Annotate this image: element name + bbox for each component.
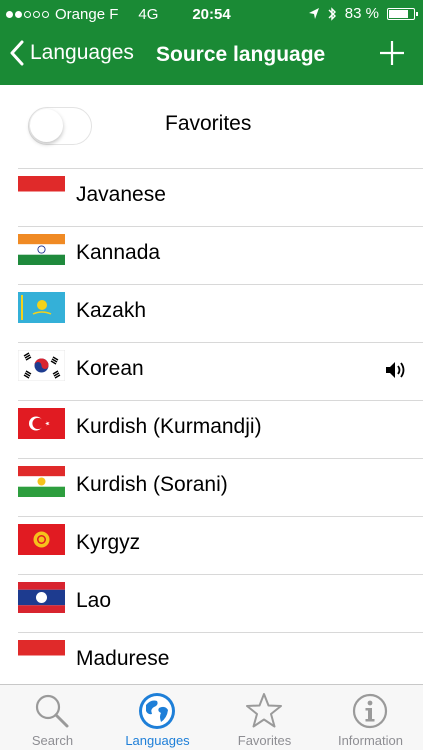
flag-kyrgyzstan-icon (18, 524, 65, 555)
language-name: Kazakh (76, 299, 147, 322)
language-row-kyrgyz[interactable]: Kyrgyz (0, 517, 423, 575)
favorites-toggle-label: Favorites (165, 112, 252, 135)
language-name: Kurdish (Sorani) (76, 473, 228, 496)
language-row-madurese[interactable]: Madurese (0, 633, 423, 684)
language-row-kannada[interactable]: Kannada (0, 227, 423, 285)
tab-label: Favorites (237, 733, 292, 748)
tab-information[interactable]: Information (318, 685, 423, 751)
favorites-toggle[interactable] (28, 107, 92, 145)
language-list: Javanese Kannada Kazakh Korean Kurdish (… (0, 169, 423, 684)
language-row-kazakh[interactable]: Kazakh (0, 285, 423, 343)
language-name: Javanese (76, 183, 166, 206)
language-name: Lao (76, 589, 112, 612)
star-icon (246, 693, 282, 728)
battery-percent: 83 % (344, 5, 379, 22)
flag-laos-icon (18, 582, 65, 613)
language-row-kurdish-kurmandji[interactable]: Kurdish (Kurmandji) (0, 401, 423, 459)
toggle-knob (30, 109, 63, 142)
language-row-lao[interactable]: Lao (0, 575, 423, 633)
back-button[interactable]: Languages (10, 40, 134, 66)
plus-icon (380, 41, 404, 65)
flag-india-icon (18, 234, 65, 265)
flag-kazakhstan-icon (18, 292, 65, 323)
flag-turkey-icon (18, 408, 65, 439)
flag-kurdistan-icon (18, 466, 65, 497)
chevron-left-icon (10, 40, 24, 66)
language-name: Korean (76, 357, 144, 380)
page-title: Source language (156, 43, 326, 66)
flag-indonesia-icon (18, 640, 65, 671)
navigation-bar: Languages Source language (0, 30, 423, 85)
search-icon (35, 694, 69, 728)
tab-bar: Search Languages Favorites Information (0, 684, 423, 750)
language-name: Kyrgyz (76, 531, 141, 554)
speaker-icon (386, 362, 405, 378)
flag-indonesia-icon (18, 176, 65, 207)
language-name: Kannada (76, 241, 161, 264)
back-button-label: Languages (30, 41, 134, 64)
language-row-kurdish-sorani[interactable]: Kurdish (Sorani) (0, 459, 423, 517)
tab-languages[interactable]: Languages (105, 685, 210, 751)
tab-label: Information (337, 733, 404, 748)
favorites-filter-row: Favorites (0, 85, 423, 169)
language-name: Madurese (76, 647, 170, 670)
battery-icon (387, 7, 418, 20)
add-button[interactable] (379, 36, 405, 72)
language-name: Kurdish (Kurmandji) (76, 415, 262, 438)
tab-favorites[interactable]: Favorites (212, 685, 317, 751)
bluetooth-icon (328, 6, 336, 21)
location-arrow-icon (308, 8, 319, 19)
tab-search[interactable]: Search (0, 685, 105, 751)
status-bar: Orange F 4G 20:54 83 % (0, 0, 423, 30)
flag-south-korea-icon (18, 350, 65, 381)
tab-label: Languages (125, 733, 190, 748)
language-row-javanese[interactable]: Javanese (0, 169, 423, 227)
globe-icon (139, 693, 175, 729)
info-icon (352, 693, 388, 729)
tab-label: Search (31, 733, 74, 748)
language-row-korean[interactable]: Korean (0, 343, 423, 401)
